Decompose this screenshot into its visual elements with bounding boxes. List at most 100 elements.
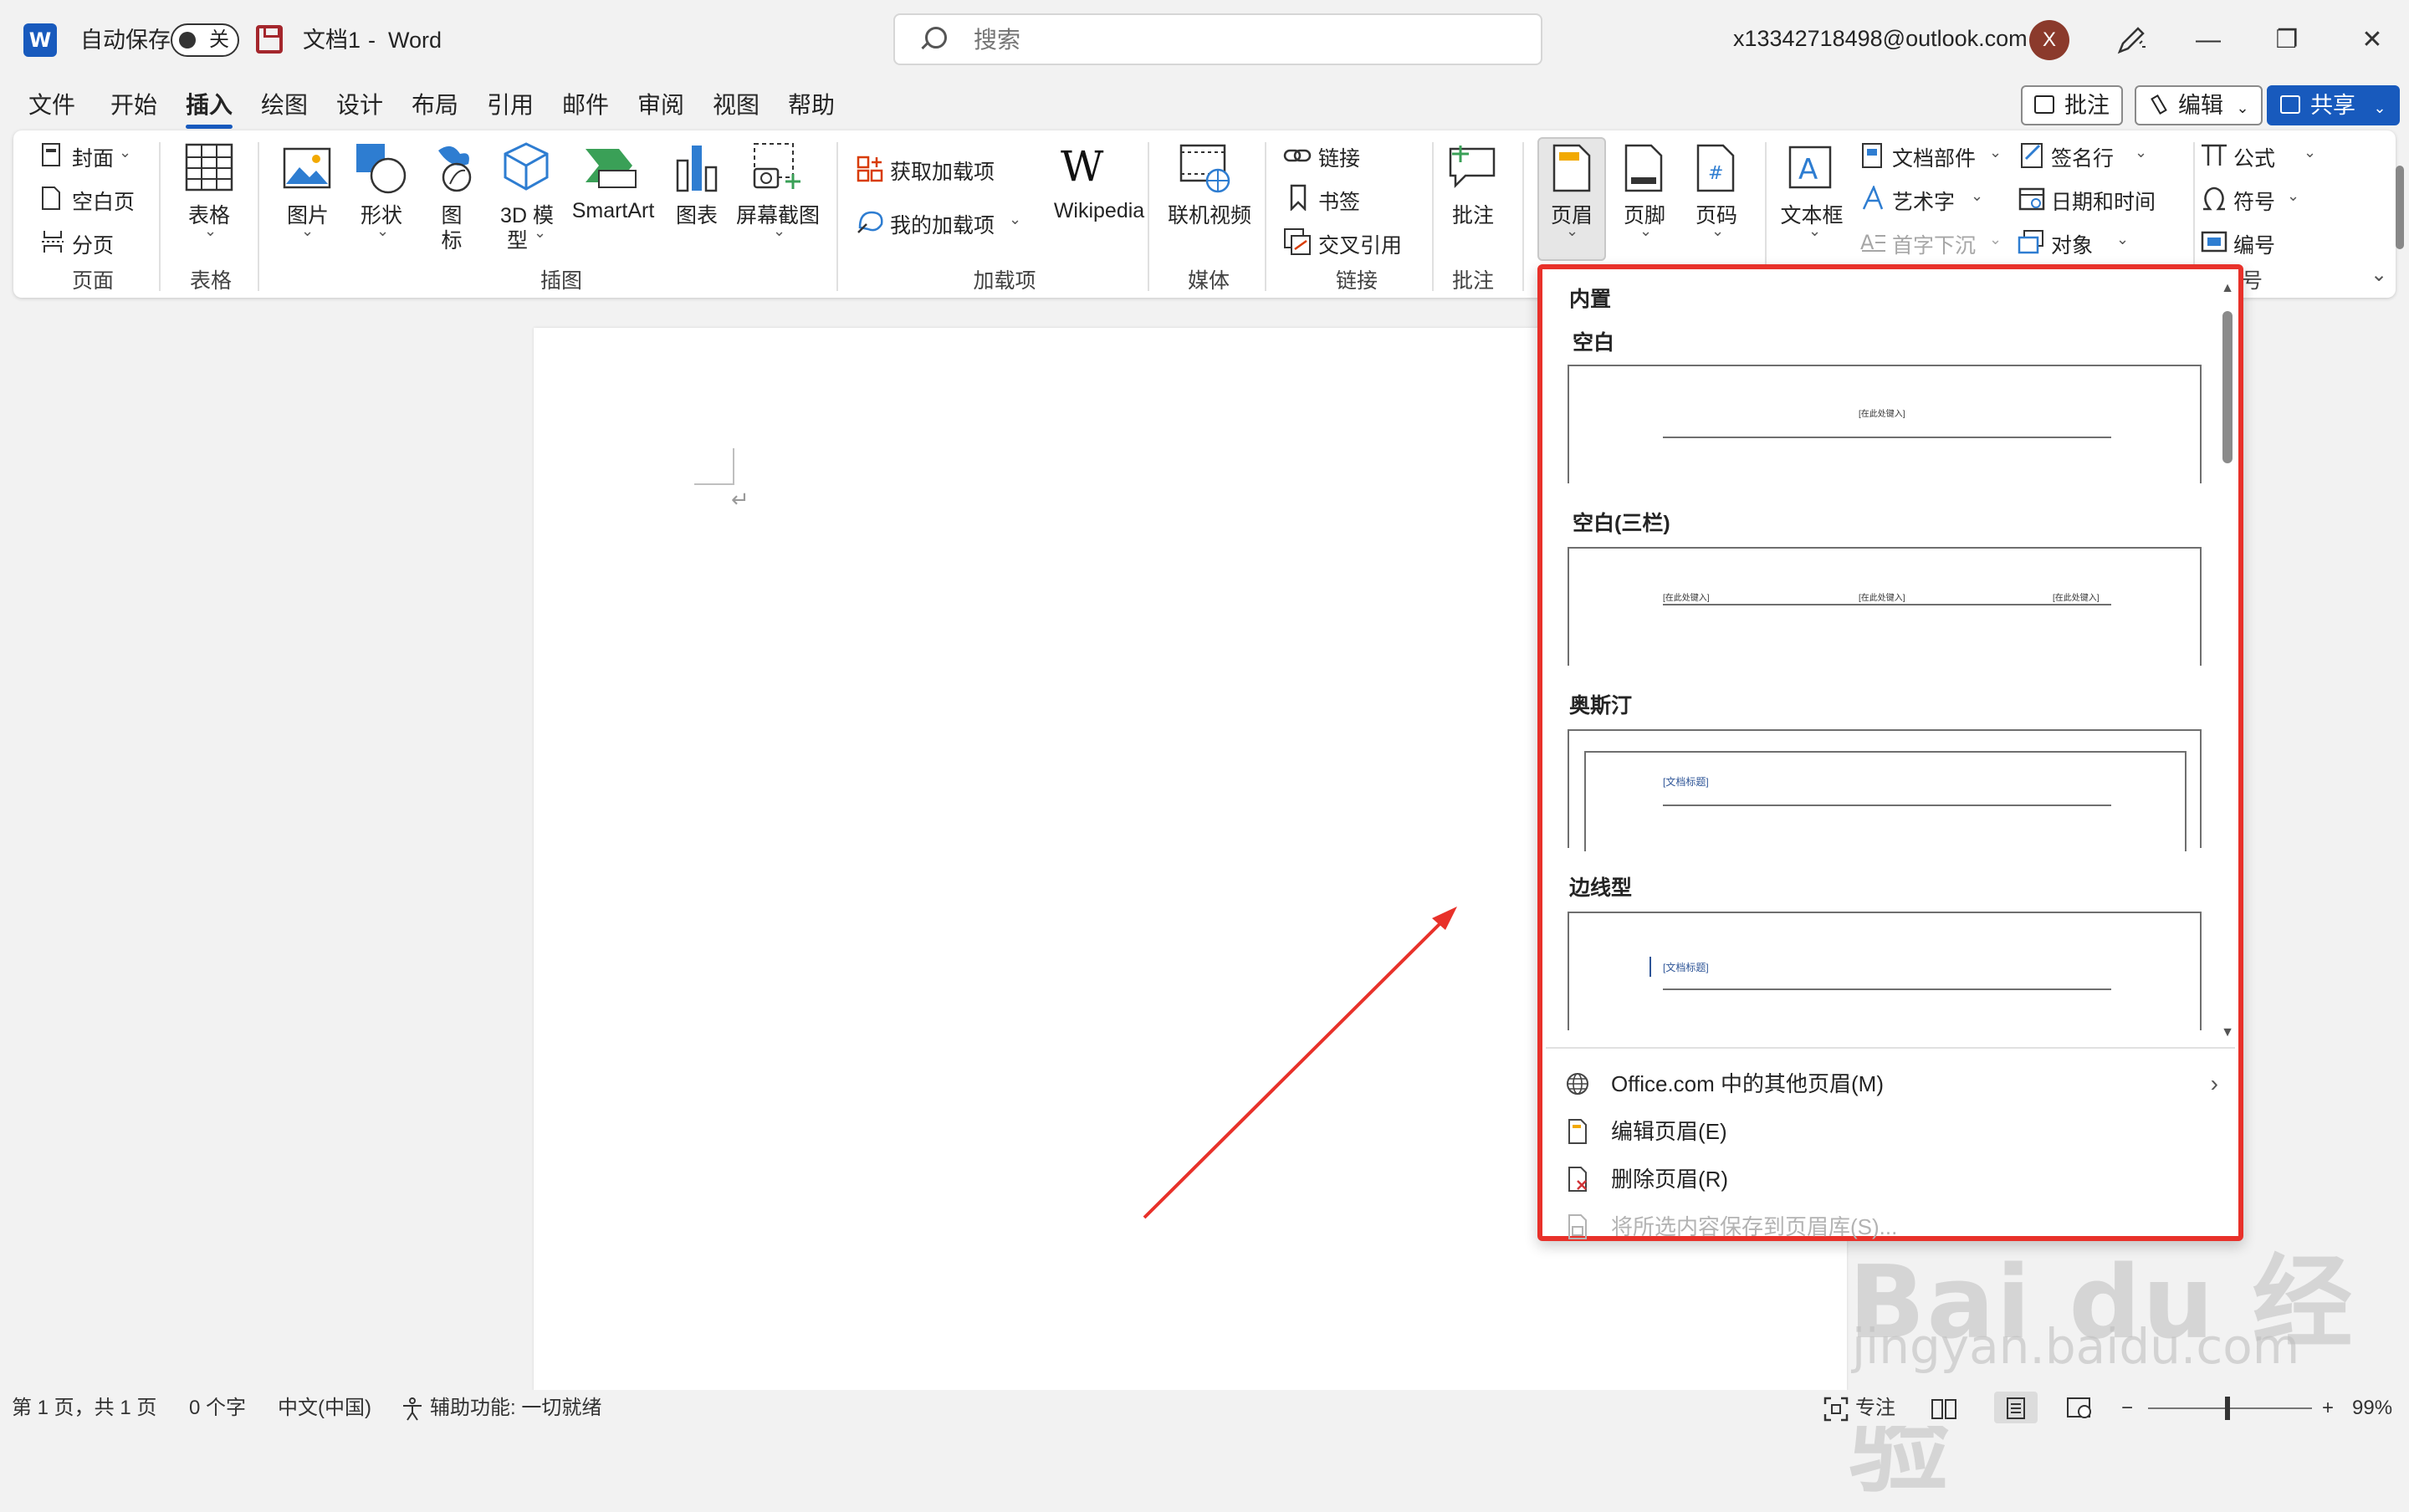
tab-draw[interactable]: 绘图 xyxy=(261,87,308,124)
globe-icon xyxy=(1567,1073,1588,1095)
svg-text:A: A xyxy=(1798,153,1818,186)
header-preview-austin[interactable]: [文档标题] xyxy=(1568,729,2202,851)
new-comment-button[interactable]: 批注 xyxy=(1437,199,1509,229)
quick-parts-button[interactable]: 文档部件 xyxy=(1892,142,1976,172)
header-preview-blank-three-column[interactable]: [在此处键入] [在此处键入] [在此处键入] xyxy=(1568,547,2202,666)
share-icon xyxy=(2280,95,2300,114)
zoom-in-button[interactable]: + xyxy=(2322,1395,2334,1422)
online-video-icon xyxy=(1179,144,1230,193)
zoom-level[interactable]: 99% xyxy=(2352,1395,2392,1422)
cross-reference-icon xyxy=(1284,228,1311,255)
chart-icon xyxy=(676,146,718,192)
header-preview-blank[interactable]: [在此处键入] xyxy=(1568,365,2202,483)
chevron-down-icon: ⌄ xyxy=(119,144,132,161)
tab-view[interactable]: 视图 xyxy=(713,87,760,124)
page-count[interactable]: 第 1 页，共 1 页 xyxy=(12,1395,156,1422)
wikipedia-button[interactable]: Wikipedia xyxy=(1037,199,1161,223)
save-icon[interactable] xyxy=(256,25,283,54)
more-headers-office-item[interactable]: Office.com 中的其他页眉(M) › xyxy=(1566,1062,2218,1106)
zoom-slider-thumb[interactable] xyxy=(2225,1397,2230,1420)
group-label-comments: 批注 xyxy=(1451,269,1494,293)
link-button[interactable]: 链接 xyxy=(1318,142,1360,172)
my-addins-button[interactable]: 我的加载项 xyxy=(890,209,995,239)
footer-icon xyxy=(1624,144,1663,192)
tab-mailings[interactable]: 邮件 xyxy=(562,87,609,124)
page-number-icon: # xyxy=(1696,144,1735,192)
zoom-out-button[interactable]: − xyxy=(2121,1395,2133,1422)
group-label-links: 链接 xyxy=(1335,269,1378,293)
get-addins-button[interactable]: 获取加载项 xyxy=(890,156,995,186)
cover-page-button[interactable]: 封面 xyxy=(72,142,114,172)
gallery-scrollbar[interactable]: ▲ ▼ xyxy=(2220,281,2235,1042)
chevron-down-icon: ⌄ xyxy=(1009,211,1022,227)
group-divider xyxy=(1265,142,1266,291)
read-mode-icon[interactable] xyxy=(1931,1397,1957,1420)
tab-review[interactable]: 审阅 xyxy=(637,87,684,124)
restore-button[interactable]: ❐ xyxy=(2262,17,2312,64)
print-layout-icon[interactable] xyxy=(2002,1397,2029,1420)
tab-file[interactable]: 文件 xyxy=(28,87,75,124)
tab-help[interactable]: 帮助 xyxy=(788,87,835,124)
smartart-button[interactable]: SmartArt xyxy=(567,199,659,223)
zoom-slider-track[interactable] xyxy=(2148,1407,2312,1409)
minimize-button[interactable]: — xyxy=(2183,17,2233,64)
scroll-thumb[interactable] xyxy=(2222,311,2233,463)
scroll-up-arrow-icon[interactable]: ▲ xyxy=(2220,281,2235,296)
more-headers-label: Office.com 中的其他页眉(M) xyxy=(1611,1071,1884,1096)
remove-header-item[interactable]: 删除页眉(R) xyxy=(1566,1157,2218,1201)
page-break-button[interactable]: 分页 xyxy=(72,229,114,259)
blank-page-button[interactable]: 空白页 xyxy=(72,186,135,216)
tab-insert[interactable]: 插入 xyxy=(186,87,233,129)
equation-button[interactable]: 公式 xyxy=(2233,142,2275,172)
window-scrollbar[interactable] xyxy=(2396,166,2404,249)
pen-icon xyxy=(2151,94,2167,115)
ribbon-collapse-chevron-icon[interactable]: ⌄ xyxy=(2371,263,2387,287)
tab-design[interactable]: 设计 xyxy=(336,87,383,124)
edit-header-item[interactable]: 编辑页眉(E) xyxy=(1566,1110,2218,1153)
wordart-button[interactable]: 艺术字 xyxy=(1892,186,1955,216)
share-button[interactable]: 共享 ⌄ xyxy=(2267,85,2400,125)
tab-home[interactable]: 开始 xyxy=(110,87,157,124)
margin-crop-mark xyxy=(733,448,734,485)
close-button[interactable]: ✕ xyxy=(2347,17,2397,64)
focus-mode-button[interactable]: 专注 xyxy=(1855,1395,1895,1422)
object-button[interactable]: 对象 xyxy=(2051,229,2093,259)
comments-button[interactable]: 批注 xyxy=(2021,85,2123,125)
signature-line-button[interactable]: 签名行 xyxy=(2051,142,2114,172)
online-video-button[interactable]: 联机视频 xyxy=(1159,199,1260,229)
header-preview-sideline[interactable]: [文档标题] xyxy=(1568,912,2202,1030)
symbol-omega-icon xyxy=(2203,186,2225,211)
3d-model-icon xyxy=(504,142,549,191)
bookmark-button[interactable]: 书签 xyxy=(1318,186,1360,216)
smartart-icon xyxy=(586,149,637,188)
document-name: 文档1 xyxy=(303,28,361,53)
blank-page-icon xyxy=(42,186,60,210)
symbol-button[interactable]: 符号 xyxy=(2233,186,2275,216)
scroll-down-arrow-icon[interactable]: ▼ xyxy=(2220,1025,2235,1040)
chart-button[interactable]: 图表 xyxy=(666,199,728,229)
gallery-item-title: 空白(三栏) xyxy=(1573,512,1670,535)
page-icon xyxy=(1568,1119,1587,1144)
designer-pen-icon[interactable] xyxy=(2115,23,2148,57)
date-time-button[interactable]: 日期和时间 xyxy=(2051,186,2156,216)
accessibility-status[interactable]: 辅助功能: 一切就绪 xyxy=(430,1395,601,1422)
gallery-item-title: 奥斯汀 xyxy=(1569,694,1633,718)
app-name: Word xyxy=(388,28,442,53)
web-layout-icon[interactable] xyxy=(2066,1397,2093,1420)
search-input[interactable] xyxy=(972,22,1477,59)
language-indicator[interactable]: 中文(中国) xyxy=(278,1395,371,1422)
editing-mode-button[interactable]: 编辑 ⌄ xyxy=(2135,85,2263,125)
tab-layout[interactable]: 布局 xyxy=(412,87,458,124)
number-button[interactable]: 编号 xyxy=(2233,229,2275,259)
header-icon xyxy=(1552,144,1591,192)
svg-text:#: # xyxy=(1708,163,1723,184)
autosave-toggle[interactable]: 关 xyxy=(171,23,239,57)
search-box[interactable] xyxy=(893,13,1542,65)
chevron-down-icon: ⌄ xyxy=(1566,222,1579,239)
cross-reference-button[interactable]: 交叉引用 xyxy=(1318,229,1402,259)
avatar[interactable]: X xyxy=(2029,20,2069,60)
word-count[interactable]: 0 个字 xyxy=(189,1395,246,1422)
account-email[interactable]: x13342718498@outlook.com xyxy=(1733,22,2028,55)
tab-references[interactable]: 引用 xyxy=(487,87,534,124)
preview-rule xyxy=(1663,604,2111,605)
